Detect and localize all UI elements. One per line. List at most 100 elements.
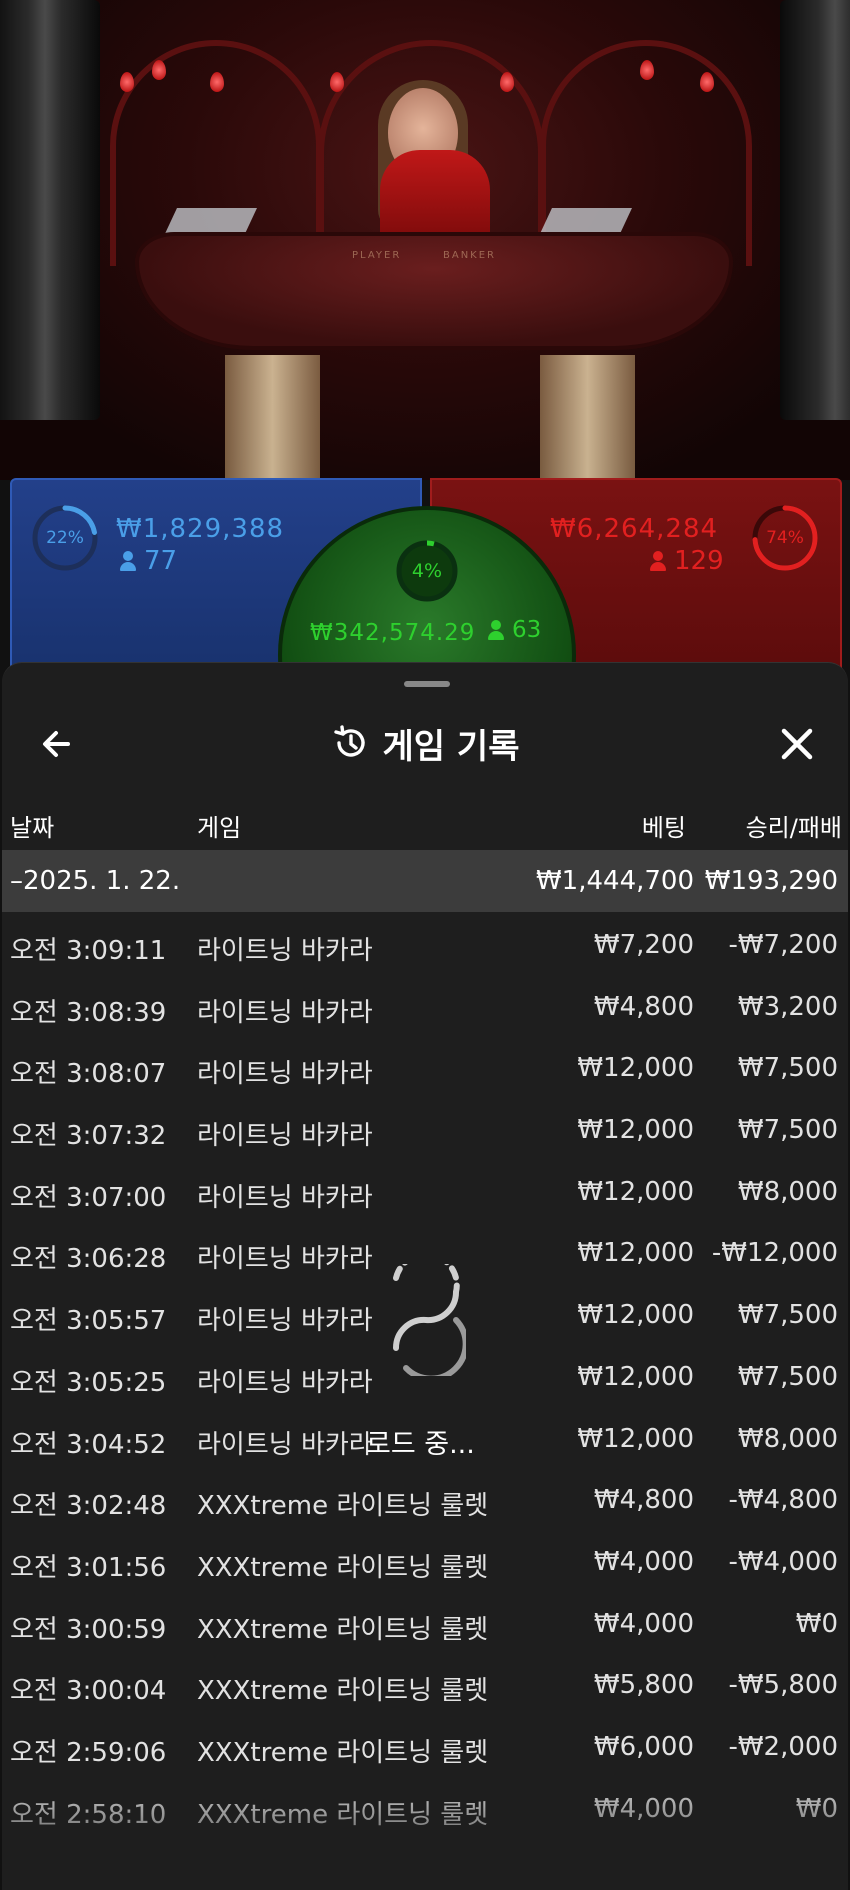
lamp-decor — [210, 72, 224, 92]
sheet-title-group: 게임 기록 — [2, 703, 848, 783]
row-game: 라이트닝 바카라 — [197, 1429, 373, 1460]
row-result: ₩3,200 — [737, 991, 838, 1022]
row-bet: ₩4,800 — [593, 991, 694, 1022]
close-button[interactable] — [772, 719, 822, 769]
tie-count-value: 63 — [512, 617, 542, 643]
row-result: ₩7,500 — [737, 1361, 838, 1392]
row-result: ₩8,000 — [737, 1423, 838, 1454]
sheet-title: 게임 기록 — [382, 726, 520, 767]
row-time: 오전 3:07:00 — [10, 1182, 167, 1213]
row-time: 오전 3:00:59 — [10, 1614, 167, 1645]
table-label-player: PLAYER — [352, 250, 402, 261]
row-time: 오전 3:00:04 — [10, 1676, 167, 1707]
row-game: 라이트닝 바카라 — [197, 1121, 373, 1152]
row-result: -₩5,800 — [728, 1670, 838, 1701]
history-row[interactable]: 오전 3:07:32 라이트닝 바카라 ₩12,000 ₩7,500 — [2, 1097, 848, 1159]
history-row[interactable]: 오전 3:02:48 XXXtreme 라이트닝 룰렛 ₩4,800 -₩4,800 — [2, 1467, 848, 1529]
history-row[interactable]: 오전 3:08:39 라이트닝 바카라 ₩4,800 ₩3,200 — [2, 974, 848, 1036]
sheet-drag-handle[interactable] — [404, 681, 450, 687]
row-result: -₩7,200 — [728, 930, 838, 960]
player-count-value: 77 — [144, 546, 178, 576]
history-row[interactable]: 오전 3:01:56 XXXtreme 라이트닝 룰렛 ₩4,000 -₩4,000 — [2, 1529, 848, 1591]
live-video-feed: PLAYER BANKER — [0, 0, 850, 480]
row-bet: ₩4,000 — [593, 1546, 694, 1577]
row-bet: ₩12,000 — [577, 1053, 694, 1084]
player-percent: 22% — [46, 528, 84, 548]
tie-bet-amount: ₩342,574.29 — [310, 620, 476, 646]
dealer-dress — [380, 150, 490, 245]
tie-bettor-count: 63 — [488, 617, 541, 643]
banker-percent-gauge: 74% — [750, 503, 820, 573]
row-bet: ₩12,000 — [577, 1423, 694, 1454]
row-game: 라이트닝 바카라 — [197, 997, 373, 1028]
lamp-decor — [640, 60, 654, 80]
date-group-row[interactable]: –2025. 1. 22. ₩1,444,700 ₩193,290 — [2, 850, 848, 912]
row-game: 라이트닝 바카라 — [197, 1367, 373, 1398]
loading-spinner-icon — [386, 1251, 469, 1382]
table-leg — [225, 355, 320, 480]
row-game: 라이트닝 바카라 — [197, 1244, 373, 1275]
table-label-banker: BANKER — [443, 250, 497, 261]
tie-percent: 4% — [411, 560, 443, 582]
right-pillar — [780, 0, 850, 420]
row-result: ₩0 — [795, 1608, 838, 1639]
row-time: 오전 3:05:25 — [10, 1367, 167, 1398]
row-time: 오전 3:09:11 — [10, 936, 167, 966]
date-group-win-total: ₩193,290 — [704, 866, 838, 896]
row-bet: ₩4,800 — [593, 1485, 694, 1516]
row-time: 오전 3:05:57 — [10, 1306, 167, 1337]
row-time: 오전 2:58:10 — [10, 1799, 167, 1830]
row-result: ₩7,500 — [737, 1115, 838, 1146]
row-time: 오전 3:08:39 — [10, 997, 167, 1028]
sheet-header: 게임 기록 — [2, 703, 848, 783]
row-result: ₩7,500 — [737, 1300, 838, 1331]
close-icon — [781, 728, 813, 760]
banker-percent: 74% — [766, 528, 804, 548]
player-percent-gauge: 22% — [30, 503, 100, 573]
row-game: XXXtreme 라이트닝 룰렛 — [197, 1737, 489, 1768]
history-row[interactable]: 오전 2:59:06 XXXtreme 라이트닝 룰렛 ₩6,000 -₩2,000 — [2, 1714, 848, 1776]
row-game: 라이트닝 바카라 — [197, 1182, 373, 1213]
column-date: 날짜 — [10, 814, 55, 842]
history-row[interactable]: 오전 2:58:10 XXXtreme 라이트닝 룰렛 ₩4,000 ₩0 — [2, 1776, 848, 1838]
row-bet: ₩6,000 — [593, 1731, 694, 1762]
row-result: ₩8,000 — [737, 1176, 838, 1207]
row-game: 라이트닝 바카라 — [197, 1306, 373, 1337]
row-game: 라이트닝 바카라 — [197, 1059, 373, 1090]
row-time: 오전 3:02:48 — [10, 1491, 167, 1522]
player-bet-amount: ₩1,829,388 — [116, 514, 285, 544]
row-result: ₩7,500 — [737, 1053, 838, 1084]
row-bet: ₩12,000 — [577, 1115, 694, 1146]
person-icon — [650, 551, 666, 571]
loading-text: 로드 중... — [366, 1429, 475, 1460]
history-row[interactable]: 오전 3:09:11 라이트닝 바카라 ₩7,200 -₩7,200 — [2, 912, 848, 974]
history-row[interactable]: 오전 3:07:00 라이트닝 바카라 ₩12,000 ₩8,000 — [2, 1159, 848, 1221]
row-time: 오전 3:06:28 — [10, 1244, 167, 1275]
lamp-decor — [500, 72, 514, 92]
row-bet: ₩4,000 — [593, 1608, 694, 1639]
row-time: 오전 3:01:56 — [10, 1552, 167, 1583]
history-icon — [333, 725, 365, 757]
row-bet: ₩12,000 — [577, 1176, 694, 1207]
history-row[interactable]: 오전 3:00:59 XXXtreme 라이트닝 룰렛 ₩4,000 ₩0 — [2, 1591, 848, 1653]
row-result: -₩4,000 — [728, 1546, 838, 1577]
baccarat-table — [135, 232, 733, 350]
row-result: -₩2,000 — [728, 1731, 838, 1762]
row-time: 오전 2:59:06 — [10, 1737, 167, 1768]
history-row[interactable]: 오전 3:00:04 XXXtreme 라이트닝 룰렛 ₩5,800 -₩5,800 — [2, 1652, 848, 1714]
row-bet: ₩7,200 — [593, 930, 694, 960]
row-time: 오전 3:07:32 — [10, 1121, 167, 1152]
row-time: 오전 3:08:07 — [10, 1059, 167, 1090]
column-bet: 베팅 — [641, 814, 686, 842]
row-result: -₩4,800 — [728, 1485, 838, 1516]
history-row[interactable]: 오전 3:08:07 라이트닝 바카라 ₩12,000 ₩7,500 — [2, 1035, 848, 1097]
row-result: -₩12,000 — [711, 1238, 838, 1269]
row-bet: ₩12,000 — [577, 1361, 694, 1392]
row-game: 라이트닝 바카라 — [197, 936, 373, 966]
row-bet: ₩12,000 — [577, 1238, 694, 1269]
banker-bet-amount: ₩6,264,284 — [550, 514, 719, 544]
lamp-decor — [120, 72, 134, 92]
row-bet: ₩4,000 — [593, 1793, 694, 1824]
row-game: XXXtreme 라이트닝 룰렛 — [197, 1676, 489, 1707]
row-result: ₩0 — [795, 1793, 838, 1824]
